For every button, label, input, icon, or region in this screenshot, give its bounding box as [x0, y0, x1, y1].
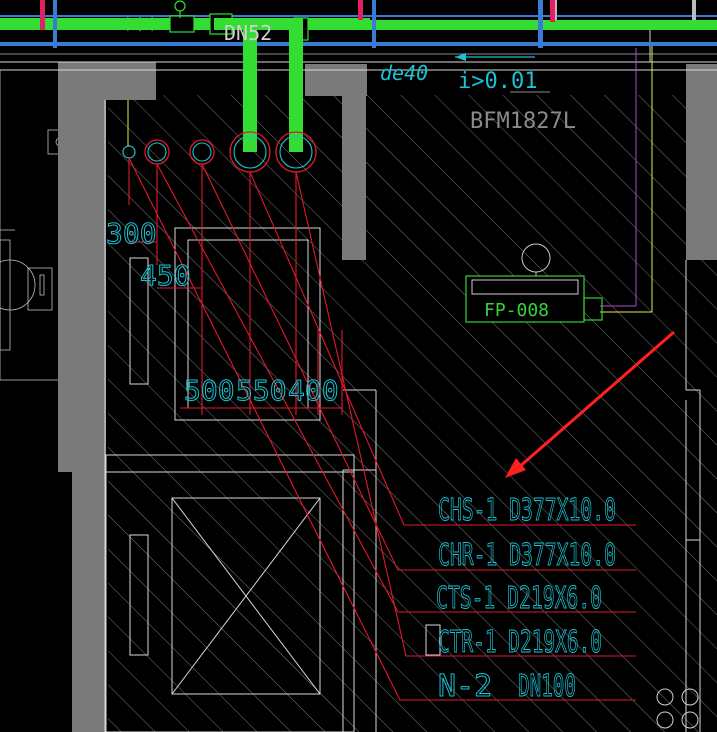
label-slope: i>0.01: [458, 69, 537, 94]
pipe-label-chs-1: CHS-1 D377X10.0: [438, 493, 616, 528]
label-beam: BFM1827L: [470, 109, 576, 134]
pipe-label-n-2-spec: DN100: [518, 669, 576, 704]
cad-drawing-canvas: DN52 de40 i>0.01 BFM1827L 300 450 500 55…: [0, 0, 717, 732]
dim-400: 400: [288, 374, 339, 407]
hatched-shaft-area: [108, 95, 717, 732]
dim-500: 500: [184, 374, 235, 407]
pipe-label-cts-1: CTS-1 D219X6.0: [436, 581, 602, 616]
dim-450: 450: [140, 259, 191, 292]
pipe-label-ctr-1: CTR-1 D219X6.0: [438, 625, 602, 660]
pipe-label-n-2: N-2: [438, 669, 492, 704]
label-pipe-size: de40: [380, 61, 428, 85]
dim-300: 300: [106, 217, 157, 250]
equipment-tag-fp-008: FP-008: [484, 300, 549, 321]
label-pipe-ref: DN52: [224, 21, 272, 45]
dim-550: 550: [236, 374, 287, 407]
pipe-label-chr-1: CHR-1 D377X10.0: [438, 538, 616, 573]
